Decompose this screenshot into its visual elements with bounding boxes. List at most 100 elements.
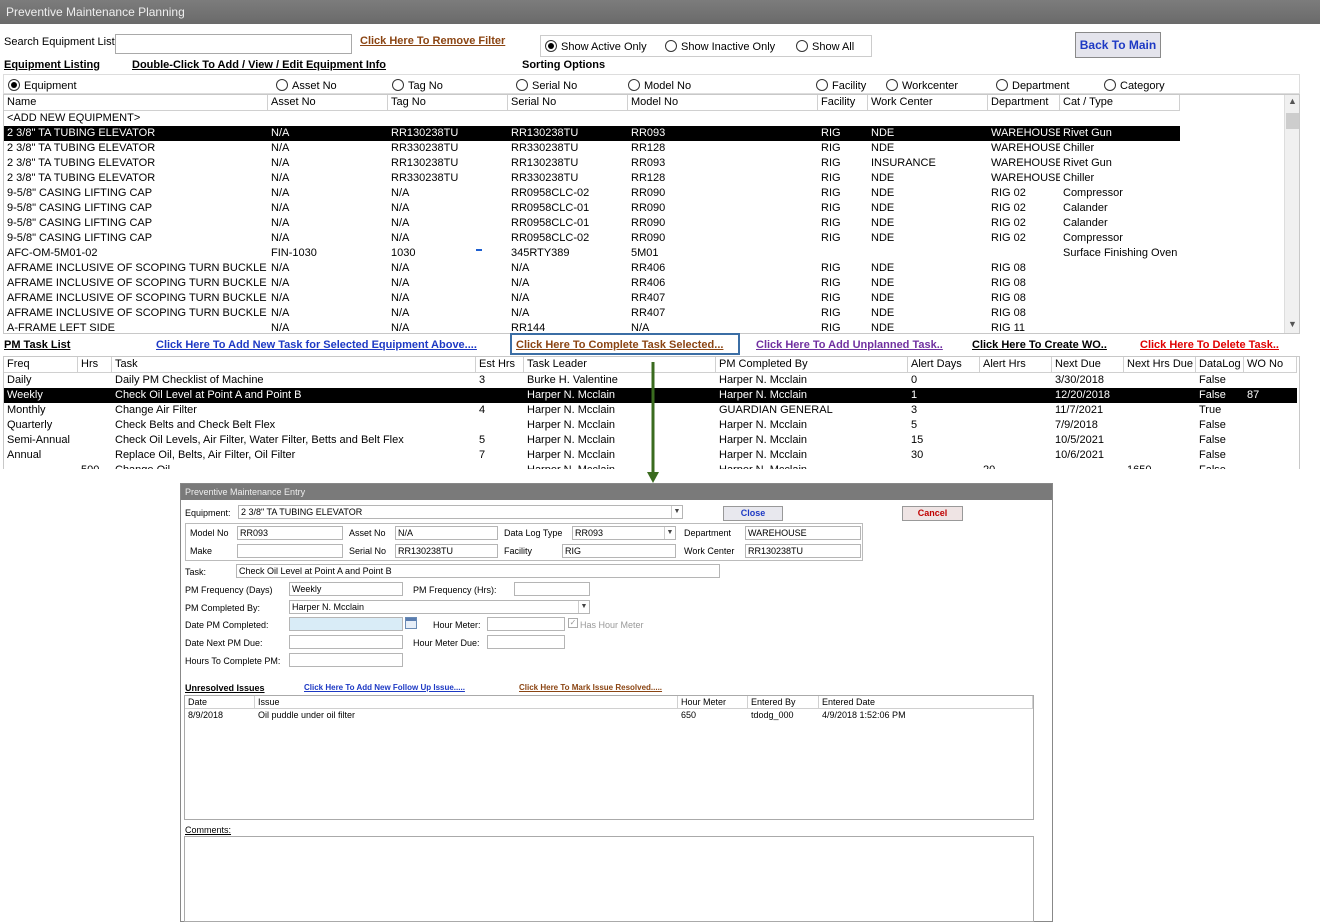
chevron-down-icon[interactable]: ▼: [578, 601, 589, 613]
table-row[interactable]: AFC-OM-5M01-02 FIN-1030 1030 345RTY389 5M01 S…: [4, 246, 1180, 261]
column-header[interactable]: Next Due: [1052, 357, 1124, 373]
column-header[interactable]: Asset No: [268, 95, 388, 111]
has-hour-meter-checkbox[interactable]: ✓: [568, 618, 578, 628]
table-row[interactable]: 9-5/8" CASING LIFTING CAP N/A N/A RR0958CLC…: [4, 216, 1180, 231]
column-header[interactable]: Next Hrs Due: [1124, 357, 1196, 373]
column-header[interactable]: WO No: [1244, 357, 1297, 373]
list-item[interactable]: 8/9/2018 Oil puddle under oil filter 650 td…: [185, 709, 1033, 721]
column-header[interactable]: Tag No: [388, 95, 508, 111]
mark-resolved-link[interactable]: Click Here To Mark Issue Resolved.....: [519, 683, 662, 692]
date-next-field[interactable]: [289, 635, 403, 649]
show-inactive-radio[interactable]: Show Inactive Only: [665, 40, 775, 53]
sort-department-radio[interactable]: Department: [996, 79, 1069, 92]
search-input[interactable]: [115, 34, 352, 54]
column-header[interactable]: Model No: [628, 95, 818, 111]
make-field[interactable]: [237, 544, 343, 558]
table-row[interactable]: 2 3/8" TA TUBING ELEVATOR N/A RR130238TU RR…: [4, 126, 1180, 141]
add-issue-link[interactable]: Click Here To Add New Follow Up Issue...…: [304, 683, 465, 692]
column-header[interactable]: Work Center: [868, 95, 988, 111]
table-cell: [1060, 321, 1180, 333]
sort-tag-radio[interactable]: Tag No: [392, 79, 443, 92]
column-header[interactable]: Issue: [255, 696, 678, 709]
department-field[interactable]: WAREHOUSE: [745, 526, 861, 540]
table-row[interactable]: 2 3/8" TA TUBING ELEVATOR N/A RR130238TU RR…: [4, 156, 1180, 171]
table-row[interactable]: AFRAME INCLUSIVE OF SCOPING TURN BUCKLE …: [4, 306, 1180, 321]
hour-meter-field[interactable]: [487, 617, 565, 631]
pm-completed-by-select[interactable]: Harper N. Mcclain ▼: [289, 600, 590, 614]
remove-filter-link[interactable]: Click Here To Remove Filter: [360, 35, 505, 47]
comments-field[interactable]: [184, 836, 1034, 922]
chevron-down-icon[interactable]: ▼: [664, 527, 675, 539]
date-completed-field[interactable]: [289, 617, 403, 631]
column-header[interactable]: Est Hrs: [476, 357, 524, 373]
table-row[interactable]: 2 3/8" TA TUBING ELEVATOR N/A RR330238TU RR…: [4, 141, 1180, 156]
hour-meter-due-field[interactable]: [487, 635, 565, 649]
add-task-link[interactable]: Click Here To Add New Task for Selected …: [156, 339, 477, 351]
column-header[interactable]: Hour Meter: [678, 696, 748, 709]
sort-serial-radio[interactable]: Serial No: [516, 79, 577, 92]
column-header[interactable]: Serial No: [508, 95, 628, 111]
column-header[interactable]: Name: [4, 95, 268, 111]
sort-model-radio[interactable]: Model No: [628, 79, 691, 92]
table-cell: Calander: [1063, 217, 1108, 229]
column-header[interactable]: Task Leader: [524, 357, 716, 373]
chevron-down-icon[interactable]: ▼: [671, 506, 682, 518]
sort-facility-radio[interactable]: Facility: [816, 79, 866, 92]
table-row[interactable]: 2 3/8" TA TUBING ELEVATOR N/A RR330238TU RR…: [4, 171, 1180, 186]
column-header[interactable]: Freq: [4, 357, 78, 373]
table-cell: RR090: [631, 217, 666, 229]
pm-freq-hrs-field[interactable]: [514, 582, 590, 596]
scroll-down-icon[interactable]: ▼: [1288, 319, 1297, 329]
column-header[interactable]: Cat / Type: [1060, 95, 1180, 111]
column-header[interactable]: DataLog: [1196, 357, 1244, 373]
sort-equipment-radio[interactable]: Equipment: [8, 79, 77, 92]
asset-no-field[interactable]: N/A: [395, 526, 498, 540]
equipment-select[interactable]: 2 3/8" TA TUBING ELEVATOR ▼: [238, 505, 683, 519]
column-header[interactable]: Alert Hrs: [980, 357, 1052, 373]
table-row[interactable]: 9-5/8" CASING LIFTING CAP N/A N/A RR0958CLC…: [4, 231, 1180, 246]
table-cell: Harper N. Mcclain: [524, 463, 716, 469]
close-button[interactable]: Close: [723, 506, 783, 521]
create-wo-link[interactable]: Click Here To Create WO..: [972, 339, 1107, 351]
task-field[interactable]: Check Oil Level at Point A and Point B: [236, 564, 720, 578]
table-cell: RR0958CLC-01: [511, 202, 590, 214]
pm-freq-days-field[interactable]: Weekly: [289, 582, 403, 596]
delete-task-link[interactable]: Click Here To Delete Task..: [1140, 339, 1279, 351]
scroll-thumb[interactable]: [1286, 113, 1299, 129]
table-row[interactable]: AFRAME INCLUSIVE OF SCOPING TURN BUCKLE …: [4, 276, 1180, 291]
column-header[interactable]: Date: [185, 696, 255, 709]
table-row[interactable]: AFRAME INCLUSIVE OF SCOPING TURN BUCKLE …: [4, 291, 1180, 306]
table-cell: [868, 111, 988, 126]
work-center-field[interactable]: RR130238TU: [745, 544, 861, 558]
model-no-field[interactable]: RR093: [237, 526, 343, 540]
unplanned-task-link[interactable]: Click Here To Add Unplanned Task..: [756, 339, 943, 351]
show-all-radio[interactable]: Show All: [796, 40, 854, 53]
scroll-up-icon[interactable]: ▲: [1288, 96, 1297, 106]
back-to-main-button[interactable]: Back To Main: [1075, 32, 1161, 58]
column-header[interactable]: Alert Days: [908, 357, 980, 373]
sort-workcenter-radio[interactable]: Workcenter: [886, 79, 958, 92]
column-header[interactable]: Entered Date: [819, 696, 1033, 709]
equipment-scrollbar[interactable]: ▲ ▼: [1284, 95, 1299, 333]
table-row[interactable]: AFRAME INCLUSIVE OF SCOPING TURN BUCKLE …: [4, 261, 1180, 276]
table-cell: 30: [911, 449, 924, 461]
facility-field[interactable]: RIG: [562, 544, 676, 558]
complete-task-link[interactable]: Click Here To Complete Task Selected...: [516, 339, 723, 351]
serial-no-field[interactable]: RR130238TU: [395, 544, 498, 558]
column-header[interactable]: Hrs: [78, 357, 112, 373]
show-active-radio[interactable]: Show Active Only: [545, 40, 647, 53]
table-row[interactable]: <ADD NEW EQUIPMENT>: [4, 111, 1180, 126]
column-header[interactable]: Entered By: [748, 696, 819, 709]
table-row[interactable]: 9-5/8" CASING LIFTING CAP N/A N/A RR0958CLC…: [4, 201, 1180, 216]
sort-category-radio[interactable]: Category: [1104, 79, 1165, 92]
calendar-icon[interactable]: [405, 617, 417, 629]
hours-to-complete-field[interactable]: [289, 653, 403, 667]
column-header[interactable]: Department: [988, 95, 1060, 111]
column-header[interactable]: Facility: [818, 95, 868, 111]
column-header[interactable]: PM Completed By: [716, 357, 908, 373]
column-header[interactable]: Task: [112, 357, 476, 373]
sort-asset-radio[interactable]: Asset No: [276, 79, 337, 92]
data-log-type-select[interactable]: RR093 ▼: [572, 526, 676, 540]
table-row[interactable]: 9-5/8" CASING LIFTING CAP N/A N/A RR0958CLC…: [4, 186, 1180, 201]
cancel-button[interactable]: Cancel: [902, 506, 963, 521]
